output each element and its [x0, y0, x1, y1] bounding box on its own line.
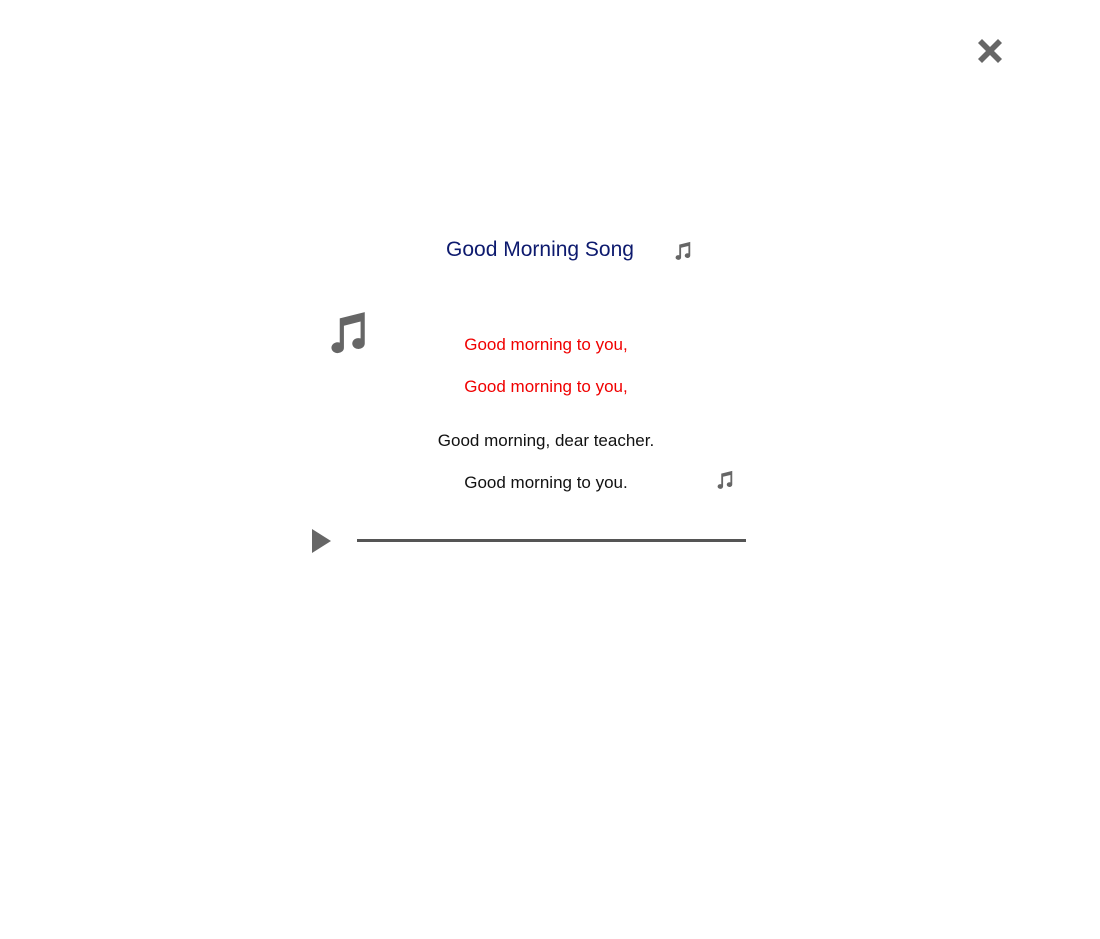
lyric-line: Good morning to you, [464, 377, 628, 396]
play-icon [312, 529, 331, 553]
close-icon [978, 39, 1002, 63]
music-note-icon [675, 241, 691, 260]
progress-bar[interactable] [357, 539, 746, 542]
lyric-line: Good morning to you, [464, 335, 628, 354]
progress-fill [357, 539, 746, 542]
song-title: Good Morning Song [446, 238, 634, 261]
lyric-line: Good morning, dear teacher. [437, 431, 655, 450]
lyric-line: Good morning to you. [464, 473, 628, 492]
close-button[interactable] [970, 31, 1010, 71]
music-note-icon [717, 470, 733, 489]
music-note-icon [331, 312, 365, 354]
play-button[interactable] [305, 526, 335, 556]
